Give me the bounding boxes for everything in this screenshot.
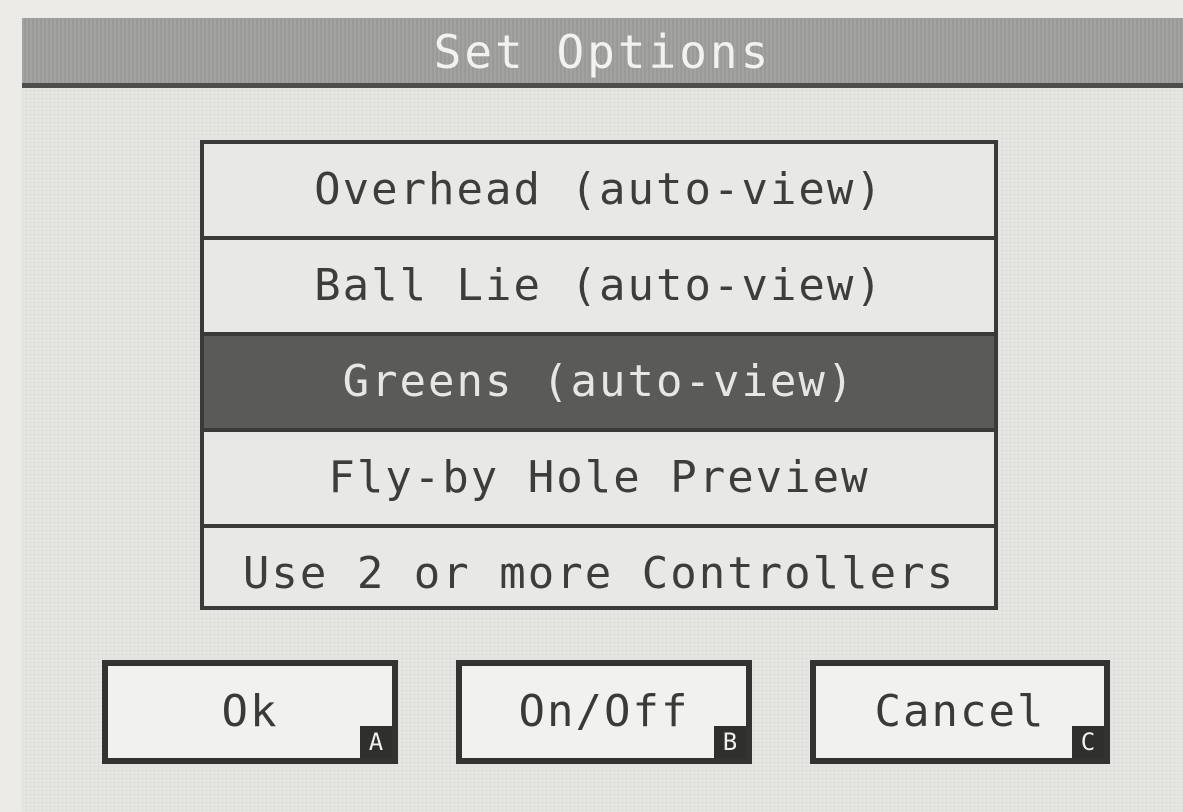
option-ball-lie[interactable]: Ball Lie (auto-view) — [204, 240, 994, 336]
on-off-button-label: On/Off — [518, 686, 690, 737]
ok-button-label: Ok — [221, 686, 279, 737]
cancel-button[interactable]: Cancel C — [810, 660, 1110, 764]
c-key-icon: C — [1072, 726, 1104, 758]
option-overhead[interactable]: Overhead (auto-view) — [204, 144, 994, 240]
on-off-button[interactable]: On/Off B — [456, 660, 752, 764]
screen: Set Options Overhead (auto-view) Ball Li… — [0, 0, 1183, 812]
option-multiple-controllers[interactable]: Use 2 or more Controllers — [204, 528, 994, 620]
option-greens[interactable]: Greens (auto-view) — [204, 336, 994, 432]
a-key-icon: A — [360, 726, 392, 758]
set-options-dialog: Set Options Overhead (auto-view) Ball Li… — [22, 18, 1183, 812]
dialog-title-bar: Set Options — [22, 18, 1183, 88]
options-list: Overhead (auto-view) Ball Lie (auto-view… — [200, 140, 998, 610]
b-key-icon: B — [714, 726, 746, 758]
ok-button[interactable]: Ok A — [102, 660, 398, 764]
option-fly-by-hole-preview[interactable]: Fly-by Hole Preview — [204, 432, 994, 528]
dialog-title: Set Options — [433, 25, 772, 79]
cancel-button-label: Cancel — [874, 686, 1046, 737]
